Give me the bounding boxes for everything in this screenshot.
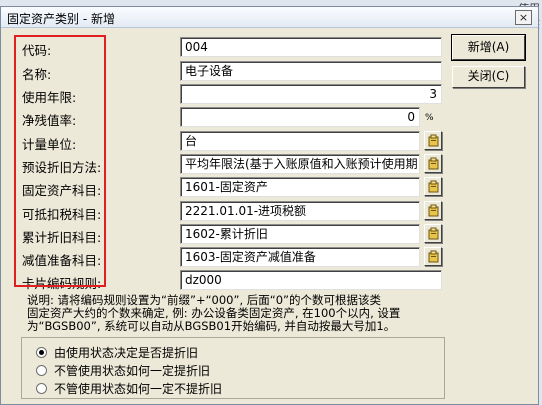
useful-life-input[interactable]: 3 — [180, 84, 442, 104]
label-salvage-rate: 净残值率: — [22, 113, 77, 128]
radio-label: 由使用状态决定是否提折旧 — [54, 346, 199, 360]
radio-by-usage-status[interactable]: 由使用状态决定是否提折旧 — [36, 344, 198, 361]
label-code: 代码: — [22, 43, 52, 58]
fixed-asset-account-picker-button[interactable] — [424, 177, 442, 196]
card-code-rule-input[interactable]: dz000 — [180, 270, 442, 290]
label-name: 名称: — [22, 67, 52, 82]
salvage-rate-input[interactable]: 0 — [180, 107, 420, 127]
close-icon[interactable]: × — [515, 10, 532, 25]
radio-unselected-icon — [36, 365, 47, 376]
asset-category-dialog: 固定资产类别 - 新增 × 代码: 名称: 使用年限: 净残值率: 计量单位: … — [0, 6, 539, 405]
folder-picker-icon — [428, 227, 439, 240]
label-depreciation-method: 预设折旧方法: — [22, 160, 102, 175]
label-impairment-account: 减值准备科目: — [22, 253, 102, 268]
impairment-account-input[interactable]: 1603-固定资产减值准备 — [180, 247, 420, 267]
accumulated-depreciation-account-picker-button[interactable] — [424, 224, 442, 243]
description-line-3: 为“BGSB00”, 系统可以自动从BGSB01开始编码, 并自动按最大号加1。 — [27, 319, 396, 333]
depreciation-method-input[interactable]: 平均年限法(基于入账原值和入账预计使用期 — [180, 154, 420, 174]
folder-picker-icon — [428, 180, 439, 193]
label-useful-life: 使用年限: — [22, 90, 77, 105]
impairment-account-picker-button[interactable] — [424, 247, 442, 266]
label-unit: 计量单位: — [22, 137, 77, 152]
folder-picker-icon — [428, 134, 439, 147]
radio-selected-icon — [36, 347, 47, 358]
deductible-tax-account-picker-button[interactable] — [424, 201, 442, 220]
accumulated-depreciation-account-input[interactable]: 1602-累计折旧 — [180, 224, 420, 244]
label-deductible-tax-account: 可抵扣税科目: — [22, 207, 102, 222]
folder-picker-icon — [428, 204, 439, 217]
window-title: 固定资产类别 - 新增 — [7, 12, 115, 26]
title-bar[interactable]: 固定资产类别 - 新增 × — [1, 7, 538, 28]
new-button[interactable]: 新增(A) — [451, 34, 526, 61]
depreciation-option-group: 由使用状态决定是否提折旧 不管使用状态如何一定提折旧 不管使用状态如何一定不提折… — [21, 337, 445, 399]
code-input[interactable]: 004 — [180, 37, 442, 57]
unit-input[interactable]: 台 — [180, 131, 420, 151]
folder-picker-icon — [428, 250, 439, 263]
deductible-tax-account-input[interactable]: 2221.01.01-进项税额 — [180, 201, 420, 221]
close-button[interactable]: 关闭(C) — [452, 66, 525, 88]
radio-never-depreciate[interactable]: 不管使用状态如何一定不提折旧 — [36, 380, 222, 397]
depreciation-method-picker-button[interactable] — [424, 154, 442, 173]
radio-always-depreciate[interactable]: 不管使用状态如何一定提折旧 — [36, 362, 210, 379]
label-fixed-asset-account: 固定资产科目: — [22, 183, 102, 198]
fixed-asset-account-input[interactable]: 1601-固定资产 — [180, 177, 420, 197]
label-accumulated-depreciation-account: 累计折旧科目: — [22, 230, 102, 245]
unit-picker-button[interactable] — [424, 131, 442, 150]
description-text: 说明: 请将编码规则设置为“前缀”+“000”, 后面“0”的个数可根据该类 固… — [27, 294, 447, 333]
radio-label: 不管使用状态如何一定不提折旧 — [54, 382, 223, 396]
label-card-code-rule: 卡片编码规则: — [22, 276, 102, 291]
percent-unit: % — [425, 113, 434, 123]
radio-label: 不管使用状态如何一定提折旧 — [54, 364, 211, 378]
folder-picker-icon — [428, 157, 439, 170]
name-input[interactable]: 电子设备 — [180, 61, 442, 81]
radio-unselected-icon — [36, 383, 47, 394]
